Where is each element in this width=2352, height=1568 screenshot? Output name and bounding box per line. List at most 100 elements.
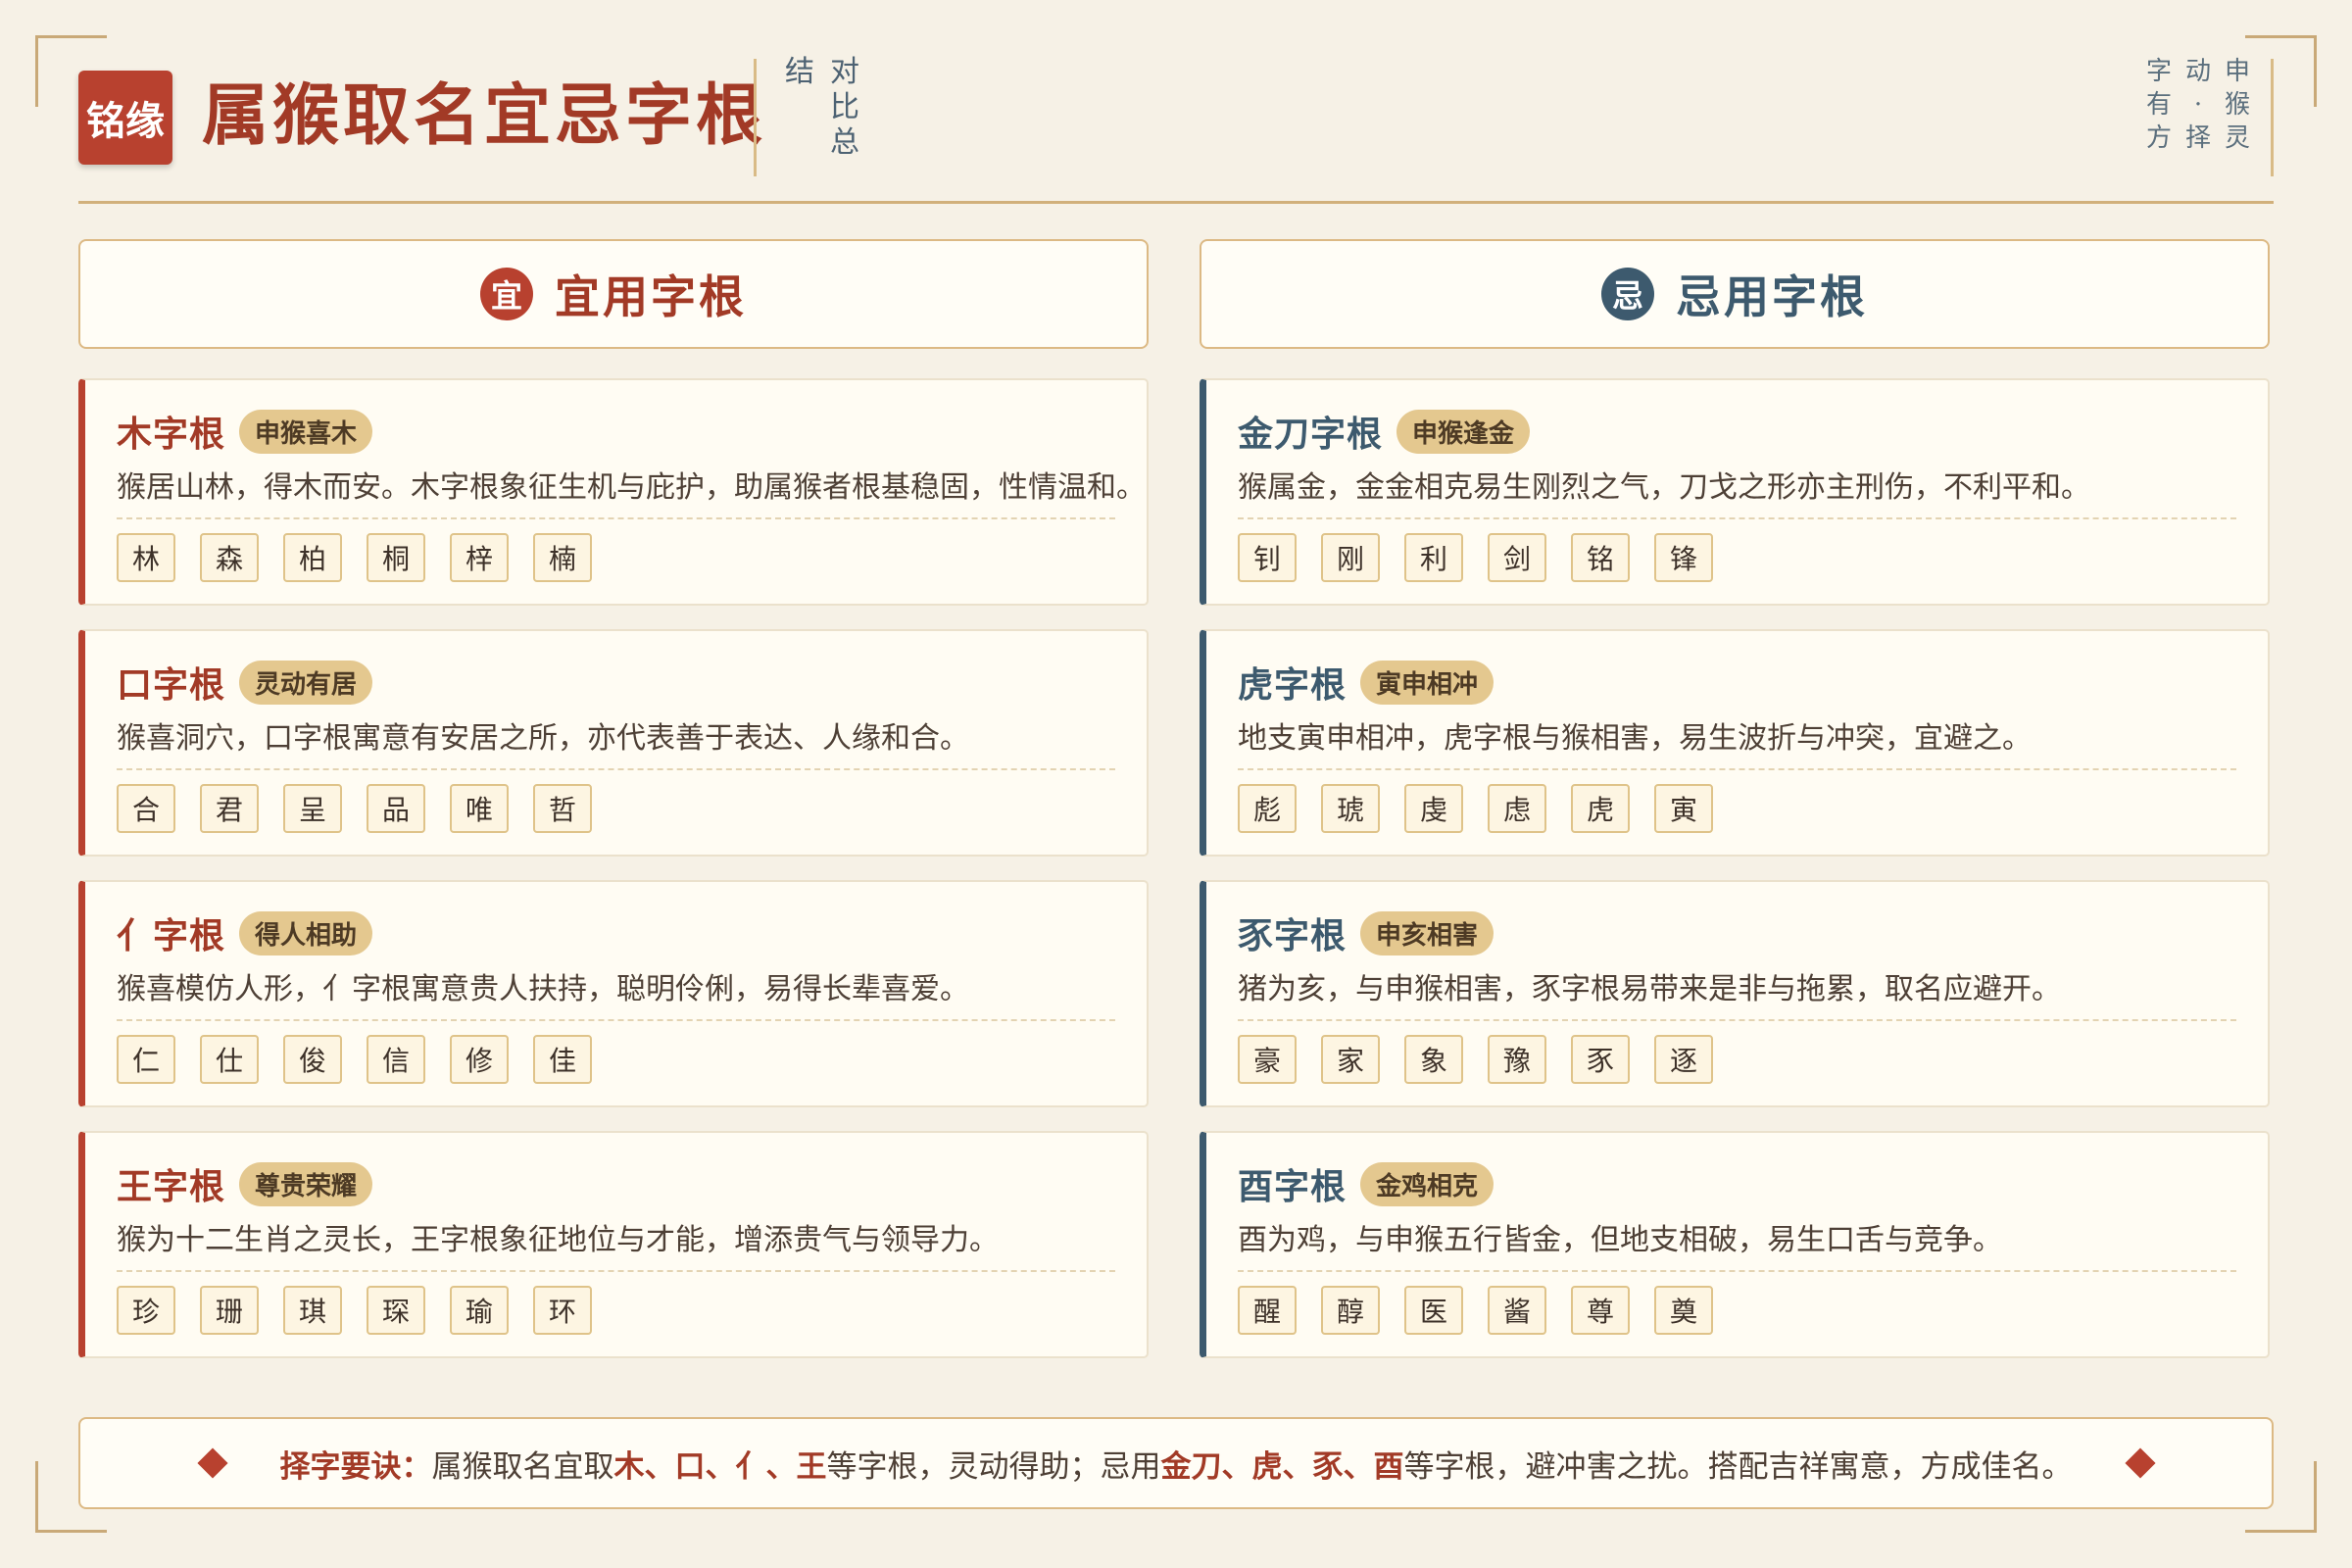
example-char-chip: 楠: [533, 533, 592, 582]
example-char-chip: 森: [200, 533, 259, 582]
example-char-chip: 珍: [117, 1286, 175, 1335]
dashed-divider: [1238, 768, 2236, 770]
example-chars: 仁仕俊信修佳: [117, 1035, 592, 1084]
root-description: 酉为鸡，与申猴五行皆金，但地支相破，易生口舌与竞争。: [1238, 1223, 2002, 1257]
bad-root-card: 虎字根 寅申相冲地支寅申相冲，虎字根与猴相害，易生波折与冲突，宜避之。彪琥虔虑虎寅: [1200, 629, 2270, 857]
good-root-card: 木字根 申猴喜木 猴居山林，得木而安。木字根象征生机与庇护，助属猴者根基稳固，性情温…: [78, 378, 1149, 606]
dashed-divider: [117, 1019, 1115, 1021]
bad-roots-title: 忌用字根: [1676, 270, 1868, 323]
card-header: 金刀字根 申猴逢金: [1238, 406, 1531, 457]
example-char-chip: 钊: [1238, 533, 1297, 582]
root-description: 地支寅申相冲，虎字根与猴相害，易生波折与冲突，宜避之。: [1238, 721, 2032, 756]
subtitle-column: 结: [785, 55, 814, 89]
example-char-chip: 醒: [1238, 1286, 1297, 1335]
example-char-chip: 奠: [1654, 1286, 1713, 1335]
example-chars: 豪家象豫豕逐: [1238, 1035, 1713, 1084]
motto-column: 申猴灵: [2225, 57, 2251, 153]
example-char-chip: 佳: [533, 1035, 592, 1084]
root-name: 金刀字根: [1238, 414, 1384, 455]
footer-tip: 择字要诀：属猴取名宜取木、口、亻、王等字根，灵动得助；忌用金刀、虎、豕、酉等字根…: [78, 1417, 2274, 1509]
example-char-chip: 虔: [1404, 784, 1463, 833]
good-roots-title: 宜用字根: [555, 270, 747, 323]
root-description: 猴居山林，得木而安。木字根象征生机与庇护，助属猴者根基稳固，性情温和。: [117, 470, 1146, 505]
page-title: 属猴取名宜忌字根: [202, 76, 767, 155]
example-chars: 钊刚利剑铭锋: [1238, 533, 1713, 582]
page-header: 铭缘 属猴取名宜忌字根 对比 结 总 申猴灵 动 · 择 字有方: [78, 49, 2274, 204]
example-chars: 珍珊琪琛瑜环: [117, 1286, 592, 1335]
example-char-chip: 利: [1404, 533, 1463, 582]
footer-text-part: 等字根，灵动得助；忌用: [826, 1448, 1161, 1485]
example-char-chip: 虑: [1488, 784, 1546, 833]
example-char-chip: 琪: [283, 1286, 342, 1335]
example-char-chip: 尊: [1571, 1286, 1630, 1335]
example-chars: 彪琥虔虑虎寅: [1238, 784, 1713, 833]
example-char-chip: 林: [117, 533, 175, 582]
dashed-divider: [117, 517, 1115, 519]
example-char-chip: 琥: [1321, 784, 1380, 833]
example-char-chip: 梓: [450, 533, 509, 582]
bad-root-card: 金刀字根 申猴逢金 猴属金，金金相克易生刚烈之气，刀戈之形亦主刑伤，不利平和。钊刚利…: [1200, 378, 2270, 606]
dashed-divider: [1238, 1019, 2236, 1021]
subtitle-vertical: 对比 结: [785, 55, 859, 125]
root-name: 虎字根: [1238, 664, 1348, 706]
example-char-chip: 合: [117, 784, 175, 833]
card-header: 亻字根 得人相助: [117, 907, 373, 958]
good-roots-header: 宜 宜用字根: [78, 239, 1149, 349]
example-char-chip: 寅: [1654, 784, 1713, 833]
root-description: 猴喜洞穴，口字根寓意有安居之所，亦代表善于表达、人缘和合。: [117, 721, 969, 756]
example-char-chip: 品: [367, 784, 425, 833]
title-divider: [754, 59, 757, 176]
root-tag-badge: 尊贵荣耀: [239, 1161, 373, 1206]
example-char-chip: 桐: [367, 533, 425, 582]
header-right-divider: [2271, 59, 2274, 176]
example-char-chip: 象: [1404, 1035, 1463, 1084]
root-name: 王字根: [117, 1166, 226, 1207]
root-tag-badge: 寅申相冲: [1360, 660, 1494, 705]
root-description: 猴为十二生肖之灵长，王字根象征地位与才能，增添贵气与领导力。: [117, 1223, 999, 1257]
root-tag-badge: 灵动有居: [239, 660, 373, 705]
example-char-chip: 刚: [1321, 533, 1380, 582]
example-char-chip: 铭: [1571, 533, 1630, 582]
example-char-chip: 家: [1321, 1035, 1380, 1084]
example-char-chip: 柏: [283, 533, 342, 582]
example-char-chip: 哲: [533, 784, 592, 833]
root-name: 亻字根: [117, 915, 226, 956]
example-char-chip: 琛: [367, 1286, 425, 1335]
example-char-chip: 医: [1404, 1286, 1463, 1335]
example-char-chip: 珊: [200, 1286, 259, 1335]
motto-vertical: 申猴灵 动 · 择 字有方: [2146, 55, 2250, 155]
bad-badge-icon: 忌: [1601, 268, 1654, 320]
subtitle-column: 对比: [830, 55, 859, 124]
example-char-chip: 豕: [1571, 1035, 1630, 1084]
card-header: 口字根 灵动有居: [117, 657, 373, 708]
footer-label: 择字要诀：: [279, 1448, 432, 1485]
subtitle-vertical-tail: 总: [830, 125, 859, 161]
root-name: 酉字根: [1238, 1166, 1348, 1207]
example-char-chip: 醇: [1321, 1286, 1380, 1335]
example-chars: 醒醇医酱尊奠: [1238, 1286, 1713, 1335]
example-chars: 林森柏桐梓楠: [117, 533, 592, 582]
footer-bad-roots: 金刀、虎、豕、酉: [1160, 1448, 1404, 1485]
good-root-card: 亻字根 得人相助猴喜模仿人形，亻字根寓意贵人扶持，聪明伶俐，易得长辈喜爱。仁仕俊信…: [78, 880, 1149, 1107]
root-tag-badge: 申猴逢金: [1396, 409, 1531, 454]
example-char-chip: 君: [200, 784, 259, 833]
example-char-chip: 修: [450, 1035, 509, 1084]
root-tag-badge: 申亥相害: [1360, 910, 1494, 956]
subtitle-column: 总: [830, 125, 859, 160]
diamond-ornament-icon: [2124, 1447, 2156, 1479]
root-description: 猴喜模仿人形，亻字根寓意贵人扶持，聪明伶俐，易得长辈喜爱。: [117, 972, 969, 1006]
card-header: 虎字根 寅申相冲: [1238, 657, 1494, 708]
footer-text: 择字要诀：属猴取名宜取木、口、亻、王等字根，灵动得助；忌用金刀、虎、豕、酉等字根…: [280, 1442, 2073, 1486]
root-name: 豕字根: [1238, 915, 1348, 956]
motto-column: 动 · 择: [2185, 57, 2212, 153]
example-char-chip: 剑: [1488, 533, 1546, 582]
footer-text-part: 属猴取名宜取: [431, 1448, 614, 1485]
root-description: 猪为亥，与申猴相害，豕字根易带来是非与拖累，取名应避开。: [1238, 972, 2061, 1006]
example-char-chip: 豪: [1238, 1035, 1297, 1084]
root-tag-badge: 金鸡相克: [1360, 1161, 1494, 1206]
diamond-ornament-icon: [196, 1447, 228, 1479]
example-char-chip: 环: [533, 1286, 592, 1335]
card-header: 王字根 尊贵荣耀: [117, 1158, 373, 1209]
example-char-chip: 唯: [450, 784, 509, 833]
dashed-divider: [117, 1270, 1115, 1272]
